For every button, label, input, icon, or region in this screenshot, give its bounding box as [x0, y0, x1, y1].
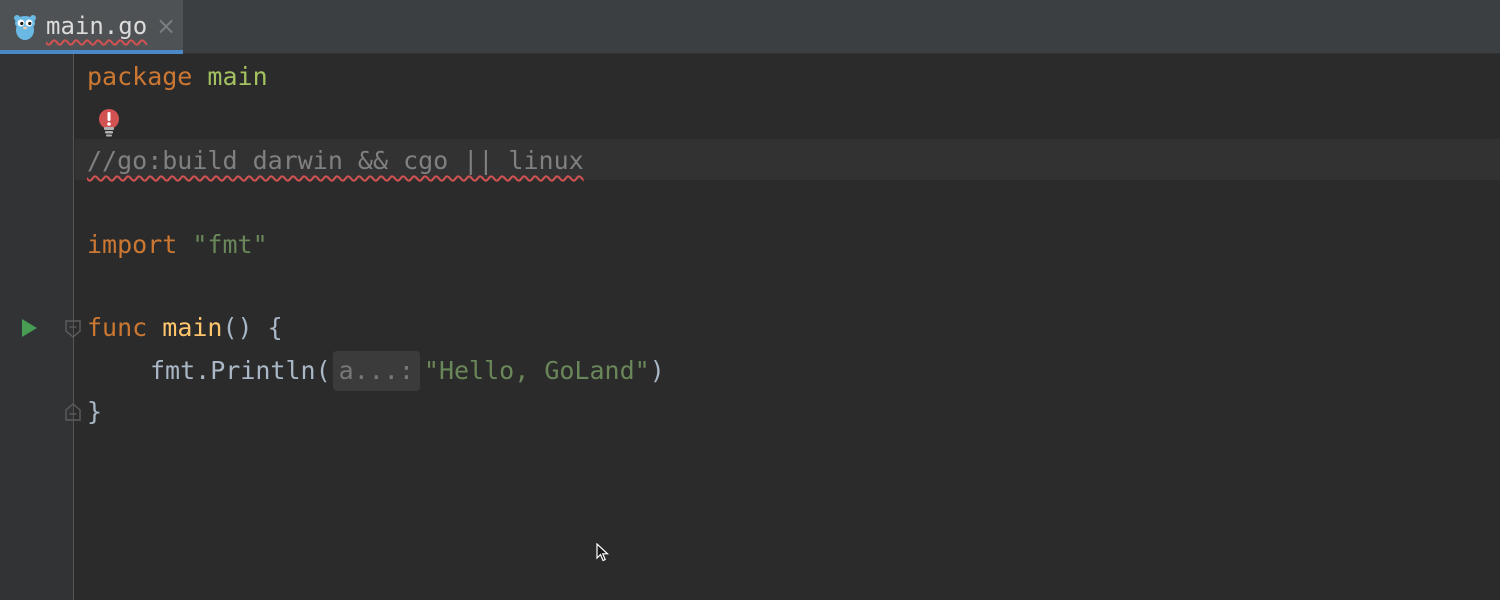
code-line-build-constraint[interactable]: //go:build darwin && cgo || linux	[87, 141, 584, 181]
code-line-import[interactable]: import "fmt"	[87, 225, 268, 265]
code-editor[interactable]	[75, 54, 1500, 600]
unfold-end-icon[interactable]	[65, 403, 81, 421]
close-icon[interactable]: ×	[156, 12, 176, 40]
code-line-close-brace[interactable]: }	[87, 392, 102, 432]
package-name: main	[207, 62, 268, 91]
mouse-pointer-icon	[596, 543, 610, 562]
lightbulb-error-icon[interactable]	[96, 108, 122, 138]
code-line-println[interactable]: fmt.Println(a...: "Hello, GoLand")	[150, 351, 665, 391]
close-paren: )	[649, 356, 665, 385]
keyword: package	[87, 62, 193, 91]
package-ref: fmt	[150, 356, 196, 385]
function-call: Println	[210, 356, 316, 385]
function-name: main	[162, 313, 223, 342]
gopher-icon	[14, 15, 36, 40]
open-paren: (	[315, 356, 331, 385]
keyword: import	[87, 230, 178, 259]
function-signature: () {	[222, 313, 283, 342]
keyword: func	[87, 313, 148, 342]
code-line-package[interactable]: package main	[87, 57, 268, 97]
tab-label: main.go	[46, 12, 148, 40]
dot: .	[195, 356, 211, 385]
editor-tab-bar: main.go ×	[0, 0, 1500, 54]
parameter-hint: a...:	[332, 351, 420, 391]
closing-brace: }	[87, 397, 103, 426]
string-literal: "Hello, GoLand"	[423, 356, 650, 385]
fold-icon[interactable]	[65, 320, 81, 338]
run-icon[interactable]	[20, 318, 38, 338]
tab-main-go[interactable]: main.go ×	[0, 0, 183, 54]
build-comment: //go:build darwin && cgo || linux	[87, 146, 584, 175]
import-path: "fmt"	[192, 230, 268, 259]
code-line-func[interactable]: func main() {	[87, 308, 283, 348]
